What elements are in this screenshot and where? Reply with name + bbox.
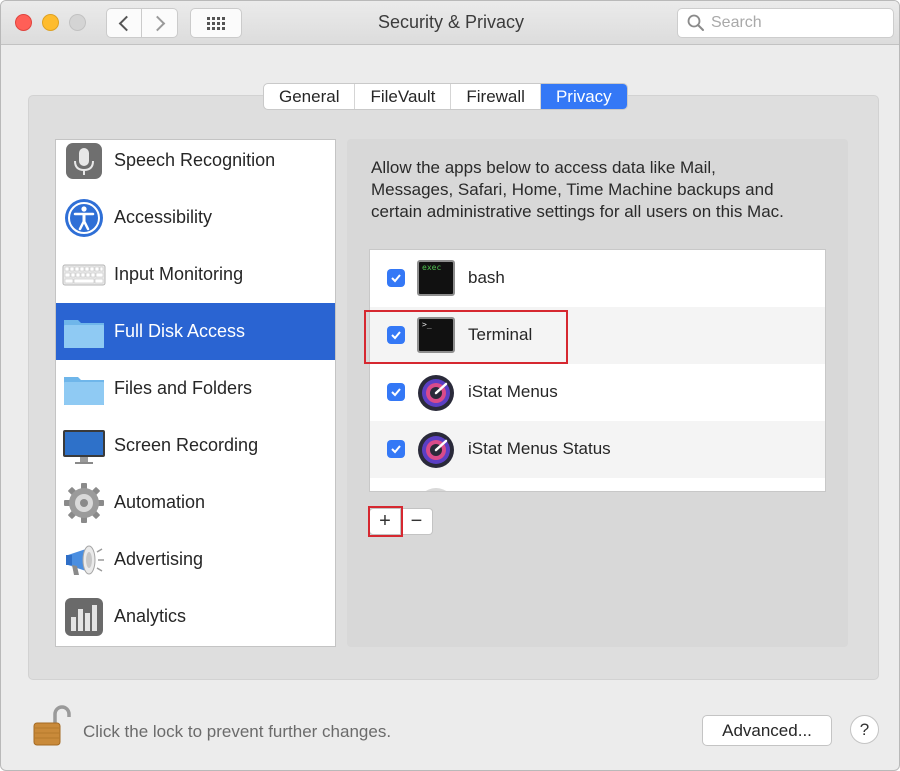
checkmark-icon bbox=[391, 445, 401, 454]
sidebar-item-label: Speech Recognition bbox=[114, 150, 276, 170]
sidebar-item-label: Advertising bbox=[114, 549, 204, 569]
gear-icon bbox=[62, 481, 106, 525]
close-window-button[interactable] bbox=[15, 14, 32, 31]
sidebar-item-label: Analytics bbox=[114, 606, 187, 626]
sidebar-item-analytics[interactable]: Analytics bbox=[56, 588, 335, 645]
app-checkbox[interactable] bbox=[387, 440, 405, 458]
checkmark-icon bbox=[391, 274, 401, 283]
tab-general[interactable]: General bbox=[264, 84, 356, 109]
window-title: Security & Privacy bbox=[377, 12, 525, 32]
tab-bar: General FileVault Firewall Privacy bbox=[263, 83, 628, 110]
security-privacy-window: Security & Privacy Search General FileVa… bbox=[0, 0, 900, 771]
microphone-icon bbox=[62, 139, 106, 183]
app-row-istat-menus-status[interactable]: iStat Menus Status bbox=[370, 421, 825, 478]
search-placeholder: Search bbox=[711, 14, 762, 31]
checkmark-icon bbox=[391, 388, 401, 397]
sidebar-item-input-monitoring[interactable]: Input Monitoring bbox=[56, 246, 335, 303]
unlocked-padlock-icon[interactable] bbox=[31, 703, 71, 747]
description-line: certain administrative settings for all … bbox=[371, 202, 784, 221]
folder-icon bbox=[62, 367, 106, 411]
tab-firewall[interactable]: Firewall bbox=[451, 84, 541, 109]
app-name: iStat Menus Status bbox=[468, 439, 611, 458]
zoom-window-button[interactable] bbox=[69, 14, 86, 31]
help-button[interactable]: ? bbox=[850, 715, 879, 744]
show-all-button[interactable] bbox=[190, 8, 242, 38]
keyboard-icon bbox=[62, 253, 106, 297]
app-checkbox[interactable] bbox=[387, 269, 405, 287]
lock-status-text: Click the lock to prevent further change… bbox=[83, 722, 392, 741]
app-list[interactable]: exec bash >_ Terminal iStat Menus iStat … bbox=[369, 249, 826, 492]
megaphone-icon bbox=[62, 538, 106, 582]
app-name: bash bbox=[468, 268, 505, 287]
sidebar-item-label: Accessibility bbox=[114, 207, 213, 227]
chevron-left-icon bbox=[118, 15, 134, 31]
bar-chart-icon bbox=[62, 595, 106, 639]
app-row-istat-menus[interactable]: iStat Menus bbox=[370, 364, 825, 421]
sidebar-item-label: Automation bbox=[114, 492, 206, 512]
forward-button[interactable] bbox=[142, 8, 178, 38]
app-checkbox[interactable] bbox=[387, 383, 405, 401]
accessibility-icon bbox=[62, 196, 106, 240]
sidebar-item-accessibility[interactable]: Accessibility bbox=[56, 189, 335, 246]
tab-filevault[interactable]: FileVault bbox=[355, 84, 452, 109]
minimize-window-button[interactable] bbox=[42, 14, 59, 31]
full-disk-access-description: Allow the apps below to access data like… bbox=[371, 157, 841, 223]
privacy-category-list: Speech Recognition Accessibility Input M… bbox=[55, 139, 336, 647]
app-row-bash[interactable]: exec bash bbox=[370, 250, 825, 307]
add-button-highlight-box bbox=[368, 506, 403, 537]
sidebar-item-full-disk-access[interactable]: Full Disk Access bbox=[56, 303, 335, 360]
search-field[interactable]: Search bbox=[677, 8, 894, 38]
tab-privacy[interactable]: Privacy bbox=[540, 84, 627, 109]
remove-app-button[interactable]: − bbox=[401, 508, 433, 535]
grid-icon bbox=[207, 16, 225, 30]
sidebar-item-label: Full Disk Access bbox=[114, 321, 246, 341]
search-icon bbox=[687, 14, 704, 31]
sidebar-item-label: Input Monitoring bbox=[114, 264, 244, 284]
title-bar: Security & Privacy Search bbox=[1, 1, 899, 45]
back-button[interactable] bbox=[106, 8, 142, 38]
sidebar-item-files-and-folders[interactable]: Files and Folders bbox=[56, 360, 335, 417]
description-line: Messages, Safari, Home, Time Machine bac… bbox=[371, 180, 774, 199]
sidebar-item-automation[interactable]: Automation bbox=[56, 474, 335, 531]
sidebar-item-label: Screen Recording bbox=[114, 435, 259, 455]
istat-icon bbox=[417, 431, 455, 469]
sidebar-item-label: Files and Folders bbox=[114, 378, 253, 398]
app-icon-partial bbox=[417, 488, 455, 491]
monitor-icon bbox=[62, 424, 106, 468]
terminal-highlight-box bbox=[364, 310, 568, 364]
sidebar-item-screen-recording[interactable]: Screen Recording bbox=[56, 417, 335, 474]
advanced-button[interactable]: Advanced... bbox=[702, 715, 832, 746]
terminal-icon: exec bbox=[417, 260, 455, 298]
description-line: Allow the apps below to access data like… bbox=[371, 158, 716, 177]
sidebar-item-advertising[interactable]: Advertising bbox=[56, 531, 335, 588]
app-name: iStat Menus bbox=[468, 382, 558, 401]
folder-icon bbox=[62, 310, 106, 354]
sidebar-item-speech-recognition[interactable]: Speech Recognition bbox=[56, 132, 335, 189]
istat-icon bbox=[417, 374, 455, 412]
chevron-right-icon bbox=[149, 15, 166, 31]
app-row-partial bbox=[370, 478, 825, 491]
